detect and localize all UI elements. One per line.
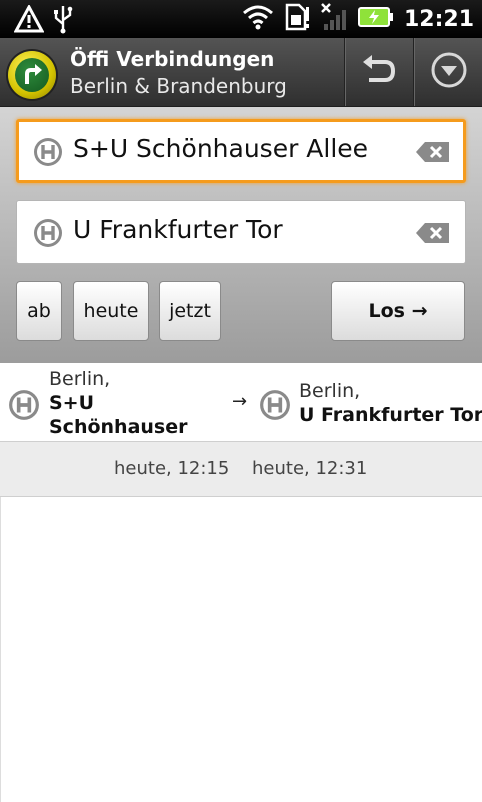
no-signal-icon [320, 2, 348, 36]
from-field[interactable]: S+U Schönhauser Allee [16, 119, 466, 183]
route-from-city: Berlin, [49, 368, 111, 390]
date-button[interactable]: heute [73, 281, 149, 341]
route-to-city: Berlin, [299, 380, 361, 402]
search-button[interactable]: Los → [331, 281, 465, 341]
stop-icon [33, 218, 63, 248]
stop-icon [259, 389, 291, 425]
route-arrow: → [232, 391, 248, 412]
sim-icon [284, 3, 310, 35]
time-button[interactable]: jetzt [159, 281, 221, 341]
undo-icon [359, 52, 399, 92]
route-to-name: U Frankfurter Tor [299, 404, 482, 426]
clear-from-icon[interactable] [415, 140, 451, 168]
departure-time: heute, 12:15 [114, 458, 230, 479]
arrival-time: heute, 12:31 [252, 458, 368, 479]
undo-button[interactable] [344, 38, 413, 106]
title-bar: Öffi Verbindungen Berlin & Brandenburg [0, 38, 482, 107]
route-to: Berlin, U Frankfurter Tor [299, 379, 482, 427]
wifi-icon [242, 4, 274, 34]
stop-icon [8, 389, 40, 425]
usb-icon [52, 4, 74, 38]
warning-icon [13, 3, 45, 37]
route-header: Berlin, S+U Schönhauser Allee → Berlin, … [0, 363, 482, 462]
dropdown-icon [430, 51, 468, 93]
search-form: S+U Schönhauser Allee U Frankfurter Tor … [0, 107, 482, 363]
battery-charging-icon [357, 6, 394, 32]
clear-to-icon[interactable] [415, 221, 451, 249]
stop-icon [33, 137, 63, 167]
from-input[interactable]: S+U Schönhauser Allee [73, 134, 368, 163]
app-logo-icon[interactable] [8, 51, 56, 99]
menu-dropdown-button[interactable] [413, 38, 482, 106]
departure-arrival-toggle-button[interactable]: ab [16, 281, 62, 341]
results-list-empty-area [0, 497, 482, 802]
network-subtitle[interactable]: Berlin & Brandenburg [70, 72, 287, 100]
app-title: Öffi Verbindungen [70, 47, 275, 71]
to-input[interactable]: U Frankfurter Tor [73, 215, 283, 244]
status-bar: 12:21 [0, 0, 482, 38]
clock: 12:21 [403, 6, 474, 32]
trip-row[interactable]: heute, 12:15 heute, 12:31 [0, 442, 482, 497]
to-field[interactable]: U Frankfurter Tor [16, 200, 466, 264]
title-block: Öffi Verbindungen Berlin & Brandenburg [70, 46, 287, 100]
